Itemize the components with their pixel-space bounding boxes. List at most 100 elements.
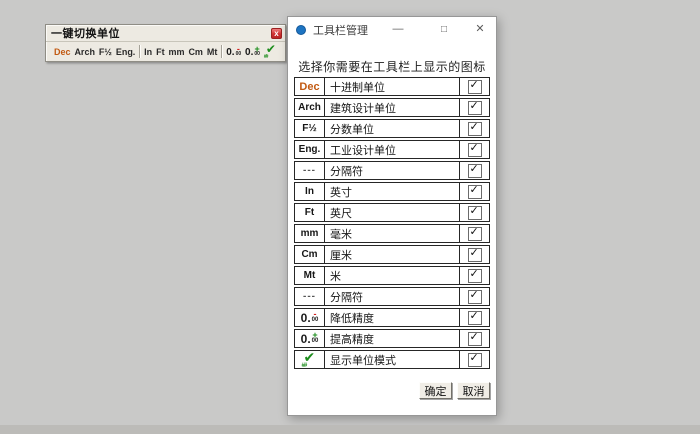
row-icon-cell: --- — [295, 162, 325, 179]
row-label: 分隔符 — [330, 291, 363, 304]
table-row: Arch 建筑设计单位 ✓ — [294, 98, 490, 117]
row-checkbox[interactable]: ✓ — [467, 351, 482, 367]
row-checkbox[interactable]: ✓ — [467, 142, 482, 157]
close-icon[interactable]: x — [271, 28, 282, 39]
toolbar-button-feet[interactable]: Ft — [156, 47, 165, 57]
row-label: 提高精度 — [330, 333, 374, 346]
cancel-button[interactable]: 取消 — [457, 382, 490, 399]
app-icon — [296, 24, 306, 35]
table-row: ✔ ## 显示单位模式 ✓ — [294, 349, 490, 369]
checkbox-check-icon: ✓ — [469, 162, 479, 175]
maximize-icon[interactable]: □ — [430, 17, 458, 42]
toolbar-button-architectural-units[interactable]: Arch — [74, 47, 95, 57]
unit-toolbar-titlebar[interactable]: 一键切换单位 x — [46, 25, 285, 42]
row-icon-cell: Eng. — [295, 141, 325, 158]
row-checkbox[interactable]: ✓ — [467, 120, 482, 136]
checkbox-check-icon: ✓ — [469, 183, 479, 196]
row-icon-cell: mm — [295, 225, 325, 242]
row-icon-cell: 0. +00 — [295, 330, 325, 347]
toolbar-button-fractional-units[interactable]: F½ — [99, 47, 112, 57]
table-row: Mt 米 ✓ — [294, 266, 490, 285]
row-label: 英寸 — [330, 186, 352, 199]
row-checkbox[interactable]: ✓ — [467, 100, 482, 115]
toolbar-button-meters[interactable]: Mt — [207, 47, 218, 57]
row-icon-text: Mt — [303, 270, 316, 281]
row-check-cell: ✓ — [459, 120, 489, 137]
close-icon[interactable]: ✕ — [466, 17, 494, 42]
row-check-cell: ✓ — [459, 204, 489, 221]
row-check-cell: ✓ — [459, 183, 489, 200]
row-icon-cell: ✔ ## — [295, 349, 325, 369]
checkbox-check-icon: ✓ — [469, 330, 479, 343]
table-row: Eng. 工业设计单位 ✓ — [294, 140, 490, 159]
row-checkbox[interactable]: ✓ — [467, 309, 482, 325]
checkbox-check-icon: ✓ — [469, 309, 479, 322]
toolbar-button-increase-precision[interactable]: 0. +00 — [245, 44, 260, 58]
checkbox-check-icon: ✓ — [469, 267, 479, 280]
precision-sign-column: -00 — [236, 44, 242, 57]
precision-zero-text: 0. — [300, 332, 311, 346]
row-icon-text: Eng. — [298, 144, 321, 155]
dialog-titlebar[interactable]: 工具栏管理 — □ ✕ — [288, 17, 496, 42]
toolbar-button-decimal-units[interactable]: Dec — [54, 47, 71, 57]
row-check-cell: ✓ — [459, 162, 489, 179]
row-icon-cell: --- — [295, 288, 325, 305]
row-icon-cell: 0. -00 — [295, 309, 325, 326]
toolbar-button-centimeters[interactable]: Cm — [188, 47, 203, 57]
row-checkbox[interactable]: ✓ — [467, 79, 482, 94]
toolbar-button-inches[interactable]: In — [144, 47, 152, 57]
precision-zeros-text: 00 — [311, 317, 319, 323]
toolbar-button-millimeters[interactable]: mm — [169, 47, 185, 57]
row-checkbox[interactable]: ✓ — [467, 226, 482, 241]
icon-table: Dec 十进制单位 ✓ Arch 建筑设计单位 ✓ F½ 分数单位 ✓ Eng. 工业设计单位 ✓ --… — [294, 77, 490, 371]
row-icon-text: Ft — [304, 207, 315, 218]
unit-toolbar-buttons: Dec Arch F½ Eng. In Ft mm Cm Mt 0. -00 0. +00 ✔ ## — [46, 42, 285, 61]
toolbar-separator — [221, 45, 223, 58]
row-check-cell: ✓ — [459, 288, 489, 305]
table-row: --- 分隔符 ✓ — [294, 287, 490, 306]
row-icon-cell: Dec — [295, 78, 325, 95]
toolbar-separator — [139, 45, 141, 58]
row-icon-cell: In — [295, 183, 325, 200]
row-icon-cell: Arch — [295, 99, 325, 116]
row-icon-cell: Ft — [295, 204, 325, 221]
table-row: --- 分隔符 ✓ — [294, 161, 490, 180]
table-row: F½ 分数单位 ✓ — [294, 119, 490, 138]
precision-sign-column: +00 — [311, 331, 319, 345]
row-icon-cell: Mt — [295, 267, 325, 284]
row-check-cell: ✓ — [459, 330, 489, 347]
row-icon-text: Dec — [299, 80, 320, 93]
bottom-strip — [0, 425, 700, 434]
row-checkbox[interactable]: ✓ — [467, 162, 482, 178]
toolbar-button-unit-display-mode[interactable]: ✔ ## — [264, 42, 277, 60]
instruction-text: 选择你需要在工具栏上显示的图标 — [298, 60, 486, 74]
ok-button[interactable]: 确定 — [419, 382, 452, 399]
checkbox-check-icon: ✓ — [469, 246, 479, 259]
precision-zero-text: 0. — [245, 46, 254, 58]
row-checkbox[interactable]: ✓ — [467, 267, 482, 283]
row-label: 分隔符 — [330, 165, 363, 178]
row-label: 十进制单位 — [330, 81, 385, 94]
toolbar-button-decrease-precision[interactable]: 0. -00 — [226, 44, 242, 57]
row-checkbox[interactable]: ✓ — [467, 246, 482, 262]
separator-dashes-icon: --- — [303, 291, 316, 302]
table-row: Dec 十进制单位 ✓ — [294, 77, 490, 96]
checkbox-check-icon: ✓ — [469, 351, 479, 364]
toolbar-button-engineering-units[interactable]: Eng. — [116, 47, 136, 57]
precision-decrease-icon: 0. -00 — [301, 310, 319, 325]
checkbox-check-icon: ✓ — [469, 120, 479, 133]
row-checkbox[interactable]: ✓ — [467, 183, 482, 199]
row-icon-text: F½ — [302, 123, 317, 134]
toolbar-manager-dialog: 工具栏管理 — □ ✕ 选择你需要在工具栏上显示的图标 Dec 十进制单位 ✓ Arc… — [287, 16, 497, 416]
row-checkbox[interactable]: ✓ — [467, 205, 482, 220]
row-icon-text: In — [305, 186, 314, 197]
table-row: Ft 英尺 ✓ — [294, 203, 490, 222]
precision-zeros-text: 00 — [254, 50, 260, 57]
precision-zeros-text: 00 — [311, 338, 319, 344]
row-label: 毫米 — [330, 228, 352, 241]
table-row: In 英寸 ✓ — [294, 182, 490, 201]
row-checkbox[interactable]: ✓ — [467, 289, 482, 304]
row-label: 工业设计单位 — [330, 144, 396, 157]
minimize-icon[interactable]: — — [384, 17, 412, 42]
row-checkbox[interactable]: ✓ — [467, 330, 482, 346]
